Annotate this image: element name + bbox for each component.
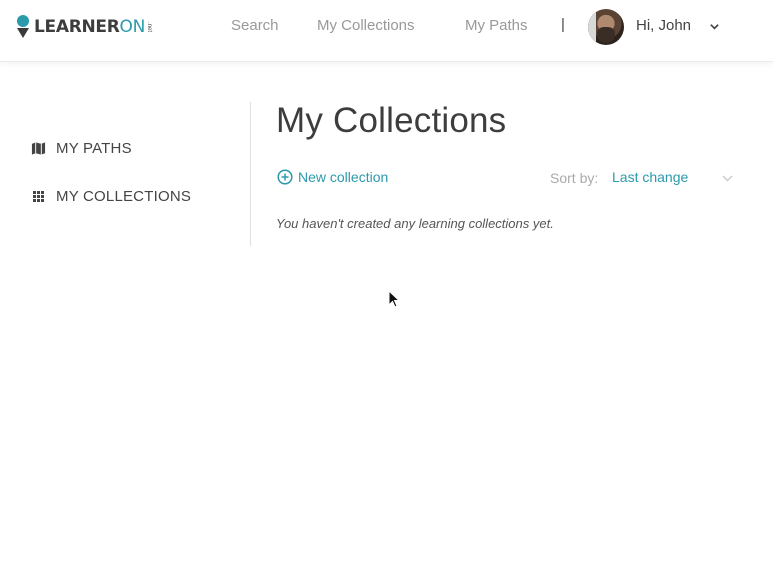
mouse-cursor-icon <box>388 290 401 308</box>
chevron-down-icon[interactable] <box>709 21 720 32</box>
user-greeting[interactable]: Hi, John <box>636 17 691 34</box>
map-icon <box>31 142 46 155</box>
page-title: My Collections <box>276 101 507 140</box>
sidebar-item-my-collections[interactable]: MY COLLECTIONS <box>31 188 191 205</box>
top-header: LEARNERON .net Search My Collections My … <box>0 0 773 62</box>
chevron-down-icon[interactable] <box>721 172 734 184</box>
nav-search-link[interactable]: Search <box>231 17 279 34</box>
sidebar-item-my-paths[interactable]: MY PATHS <box>31 140 132 157</box>
logo-mark-icon <box>16 15 30 39</box>
sort-select[interactable]: Last change <box>612 169 688 185</box>
logo-suffix: .net <box>146 21 153 32</box>
sidebar-item-label: MY PATHS <box>56 140 132 157</box>
grid-icon <box>33 191 44 202</box>
sidebar-item-label: MY COLLECTIONS <box>56 188 192 205</box>
nav-my-collections-link[interactable]: My Collections <box>317 17 415 34</box>
sidebar: MY PATHS MY COLLECTIONS <box>0 102 251 246</box>
user-avatar[interactable] <box>588 9 624 45</box>
logo-text: LEARNERON <box>34 17 146 37</box>
plus-circle-icon <box>277 169 293 185</box>
nav-my-paths-link[interactable]: My Paths <box>465 17 528 34</box>
learneron-logo[interactable]: LEARNERON .net <box>16 15 152 39</box>
new-collection-button[interactable]: New collection <box>277 169 388 185</box>
sort-label: Sort by: <box>550 170 599 186</box>
new-collection-label: New collection <box>298 169 389 185</box>
empty-state-message: You haven't created any learning collect… <box>276 216 554 231</box>
nav-separator: | <box>561 16 565 33</box>
